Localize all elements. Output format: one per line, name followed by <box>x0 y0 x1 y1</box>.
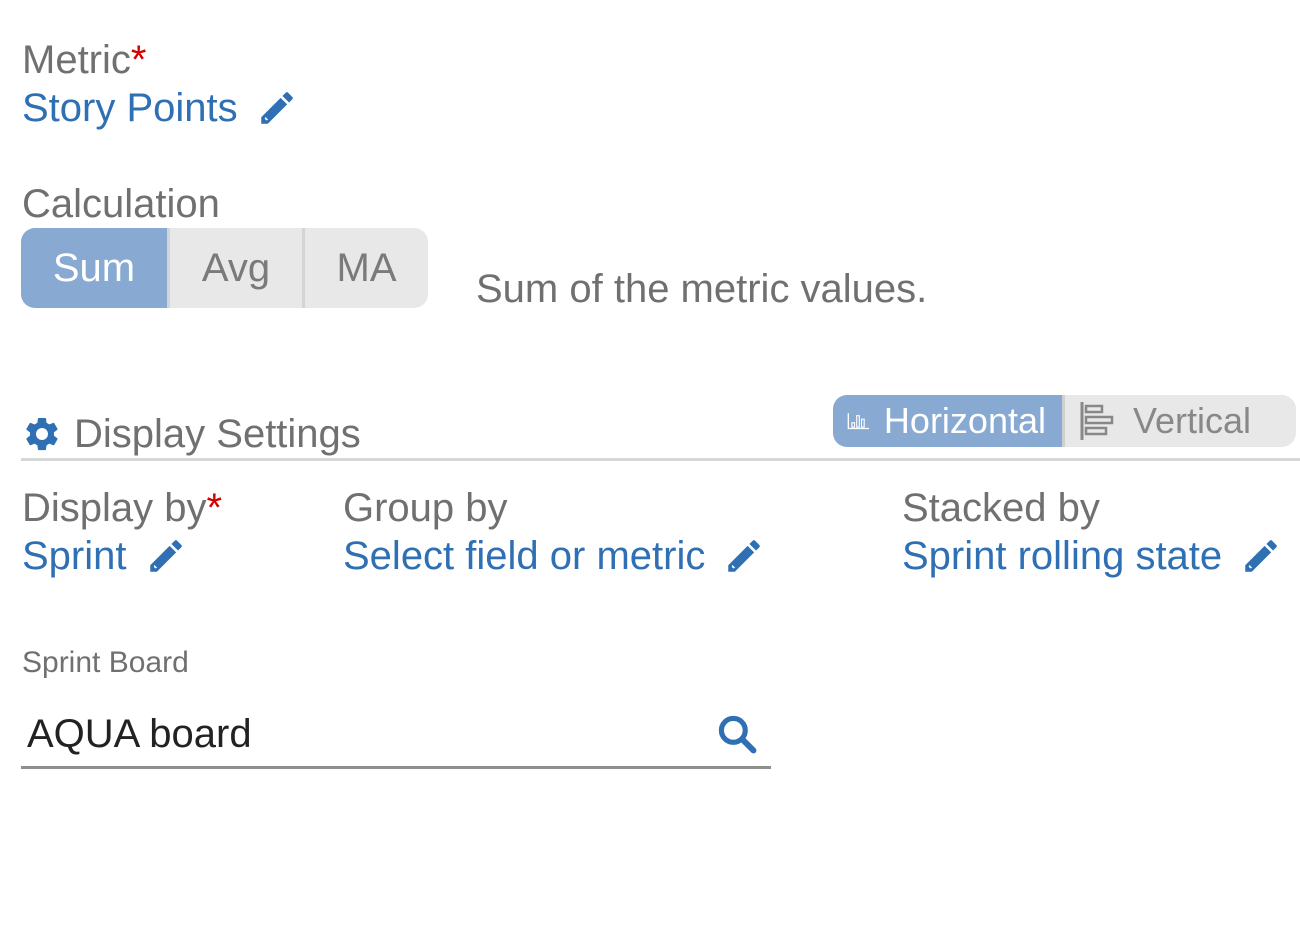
orientation-horizontal-label: Horizontal <box>883 400 1046 441</box>
orientation-horizontal[interactable]: Horizontal <box>833 395 1062 447</box>
group-by-label: Group by <box>343 486 508 530</box>
sprint-board-input[interactable] <box>21 702 715 766</box>
calculation-segmented-control: Sum Avg MA <box>21 228 428 308</box>
calculation-label: Calculation <box>22 182 220 226</box>
calc-option-avg[interactable]: Avg <box>170 228 302 308</box>
display-by-label: Display by* <box>22 486 223 530</box>
bar-chart-icon <box>847 413 870 430</box>
stacked-by-value: Sprint rolling state <box>902 534 1223 578</box>
metric-value: Story Points <box>22 86 238 130</box>
stacked-by-link[interactable]: Sprint rolling state <box>902 533 1282 579</box>
group-by-value: Select field or metric <box>343 534 706 578</box>
pencil-icon[interactable] <box>145 535 187 577</box>
section-divider <box>21 458 1300 461</box>
metric-value-link[interactable]: Story Points <box>22 85 298 131</box>
sprint-board-label: Sprint Board <box>22 646 189 679</box>
sprint-board-field <box>21 702 771 769</box>
display-by-link[interactable]: Sprint <box>22 533 187 579</box>
pencil-icon[interactable] <box>1240 535 1282 577</box>
calc-option-sum[interactable]: Sum <box>21 228 167 308</box>
display-by-value: Sprint <box>22 534 127 578</box>
required-marker: * <box>130 38 147 82</box>
pencil-icon[interactable] <box>256 87 298 129</box>
display-settings-text: Display Settings <box>74 412 361 456</box>
group-by-link[interactable]: Select field or metric <box>343 533 765 579</box>
orientation-vertical-label: Vertical <box>1133 400 1252 441</box>
calculation-description: Sum of the metric values. <box>476 267 928 311</box>
orientation-toggle: Horizontal Vertical <box>833 395 1296 447</box>
calc-option-ma[interactable]: MA <box>305 228 428 308</box>
search-icon[interactable] <box>715 712 759 756</box>
required-marker: * <box>206 486 223 530</box>
metric-label: Metric* <box>22 38 147 82</box>
display-settings-title: Display Settings <box>22 411 361 457</box>
gear-icon <box>26 417 58 451</box>
orientation-vertical[interactable]: Vertical <box>1065 395 1296 447</box>
horizontal-bars-icon <box>1080 402 1114 440</box>
stacked-by-label: Stacked by <box>902 486 1100 530</box>
pencil-icon[interactable] <box>723 535 765 577</box>
